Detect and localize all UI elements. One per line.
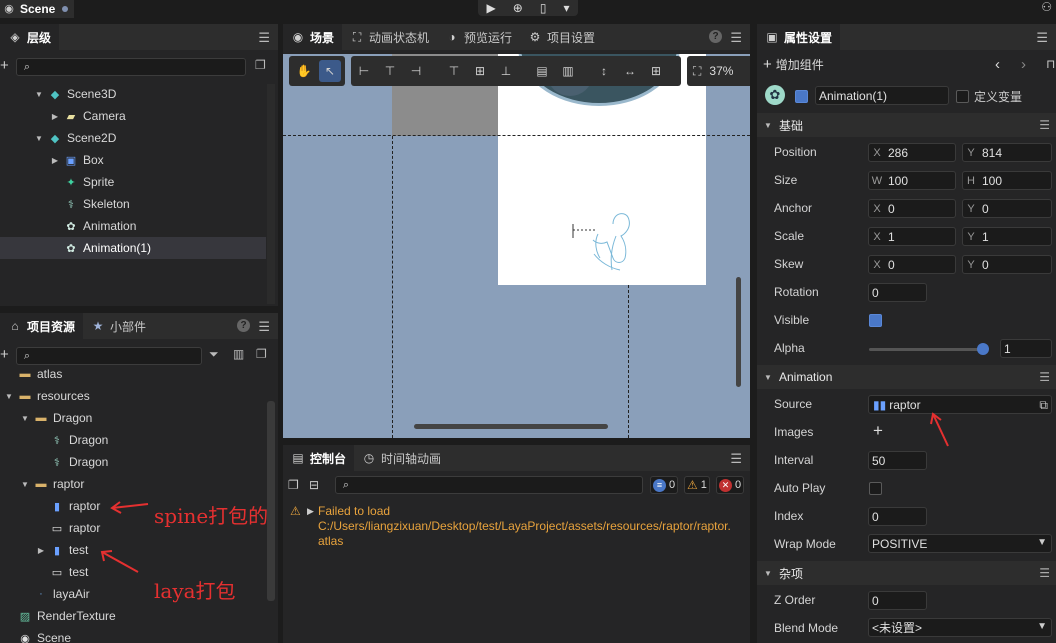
annotation-laya-label: laya打包 bbox=[154, 579, 236, 603]
annotation-arrow-laya bbox=[100, 550, 139, 573]
annotation-overlay bbox=[100, 412, 949, 573]
annotation-spine-label: spine打包的 bbox=[154, 504, 269, 528]
annotation-arrow-source bbox=[930, 412, 949, 447]
annotation-arrow-spine bbox=[110, 501, 149, 514]
